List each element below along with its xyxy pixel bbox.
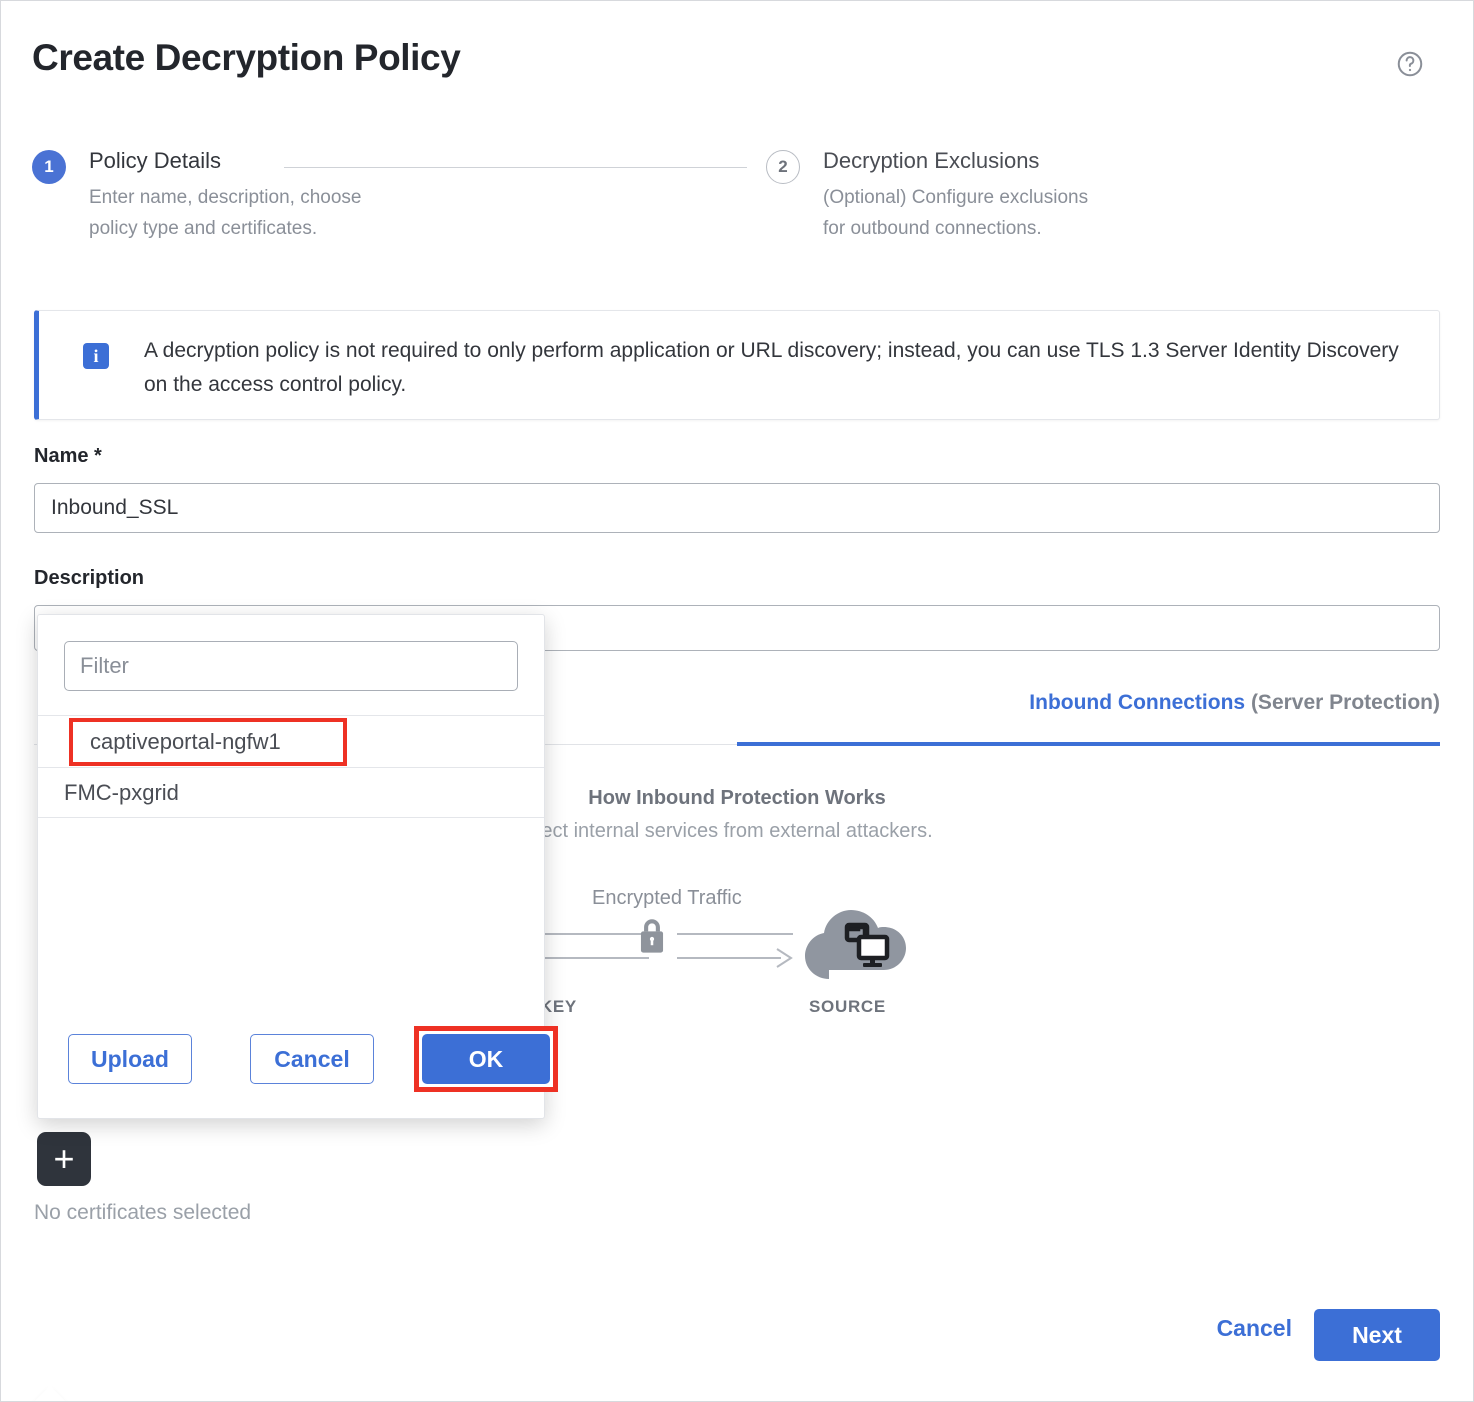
lock-closed-icon-right bbox=[635, 917, 669, 962]
page-title: Create Decryption Policy bbox=[32, 37, 461, 78]
step-label: Decryption Exclusions bbox=[823, 148, 1040, 173]
certificate-option-captiveportal[interactable]: captiveportal-ngfw1 bbox=[69, 717, 347, 766]
popup-filter-wrap bbox=[38, 615, 544, 715]
help-circle-icon[interactable] bbox=[1395, 49, 1425, 79]
info-banner-text: A decryption policy is not required to o… bbox=[144, 339, 1399, 396]
certificate-list: captiveportal-ngfw1 FMC-pxgrid bbox=[38, 715, 544, 818]
popup-footer: Upload Cancel OK bbox=[38, 1008, 558, 1118]
diagram-line-right-bottom bbox=[677, 957, 781, 959]
description-field-label: Description bbox=[34, 567, 145, 589]
tab-label-strong: Inbound Connections bbox=[1029, 691, 1246, 714]
tab-label-dim: (Server Protection) bbox=[1250, 691, 1440, 714]
name-field-label: Name * bbox=[34, 445, 102, 467]
name-input[interactable] bbox=[34, 483, 1440, 533]
diagram-right-caption: Encrypted Traffic bbox=[592, 887, 742, 909]
step-description: (Optional) Configure exclusions for outb… bbox=[823, 187, 1089, 239]
step-number-badge: 1 bbox=[32, 150, 66, 184]
ok-button[interactable]: OK bbox=[422, 1034, 550, 1084]
no-certificates-text: No certificates selected bbox=[34, 1201, 252, 1224]
create-decryption-policy-dialog: Create Decryption Policy 1 Policy Detail… bbox=[0, 0, 1474, 1402]
tab-active-underline bbox=[737, 742, 1440, 746]
popup-tail bbox=[34, 1385, 66, 1401]
diagram-line-right-top bbox=[677, 933, 793, 935]
info-icon: i bbox=[83, 343, 109, 369]
certificate-option-fmc-pxgrid[interactable]: FMC-pxgrid bbox=[38, 768, 544, 818]
step-description: Enter name, description, choose policy t… bbox=[89, 187, 362, 239]
cancel-button[interactable]: Cancel bbox=[1211, 1314, 1298, 1343]
popup-cancel-button[interactable]: Cancel bbox=[250, 1034, 374, 1084]
list-item[interactable]: captiveportal-ngfw1 bbox=[38, 716, 544, 768]
info-banner: i A decryption policy is not required to… bbox=[34, 310, 1440, 420]
destination-label: SOURCE bbox=[809, 997, 886, 1016]
tab-inbound-connections[interactable]: Inbound Connections (Server Protection) bbox=[1029, 691, 1440, 715]
cloud-servers-icon bbox=[793, 893, 921, 994]
add-certificate-button[interactable]: + bbox=[37, 1132, 91, 1186]
plus-icon: + bbox=[53, 1138, 75, 1179]
certificate-picker-popup: captiveportal-ngfw1 FMC-pxgrid Upload Ca… bbox=[37, 614, 558, 1119]
next-button[interactable]: Next bbox=[1314, 1309, 1440, 1361]
wizard-step-policy-details[interactable]: 1 Policy Details Enter name, description… bbox=[32, 146, 452, 244]
wizard-stepper: 1 Policy Details Enter name, description… bbox=[32, 146, 1442, 261]
filter-input[interactable] bbox=[64, 641, 518, 691]
step-label: Policy Details bbox=[89, 148, 222, 173]
wizard-step-decryption-exclusions[interactable]: 2 Decryption Exclusions (Optional) Confi… bbox=[766, 146, 1186, 244]
step-number-badge: 2 bbox=[766, 150, 800, 184]
upload-button[interactable]: Upload bbox=[68, 1034, 192, 1084]
